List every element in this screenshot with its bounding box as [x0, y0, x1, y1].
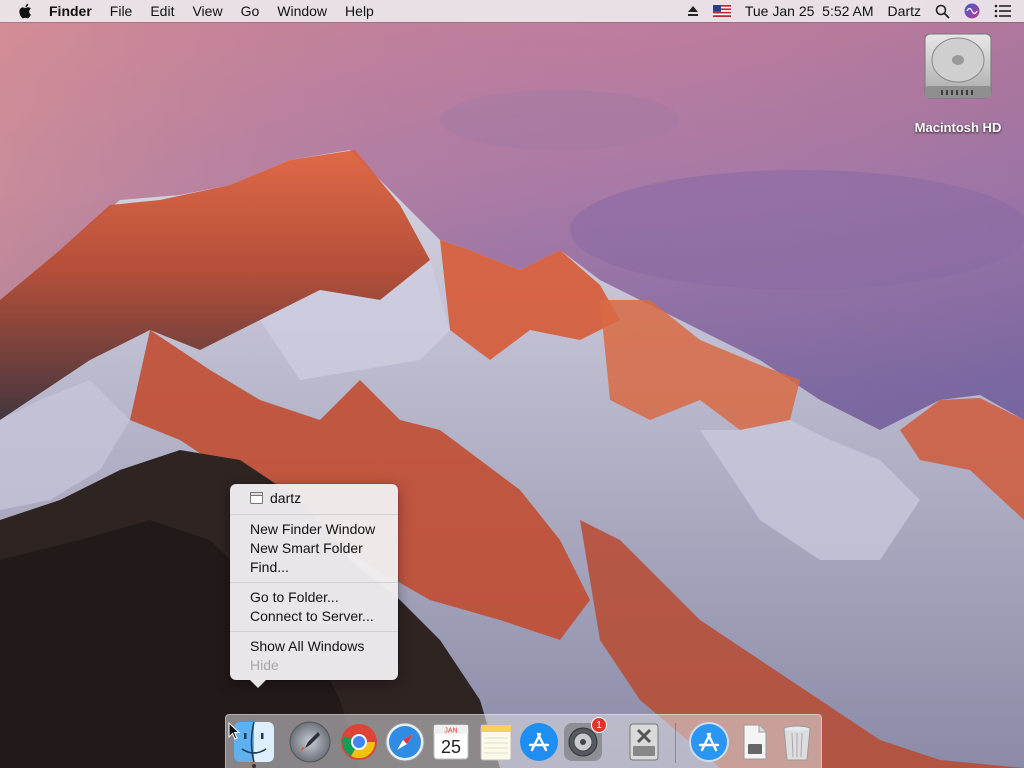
desktop-wallpaper	[0, 0, 1024, 768]
menu-item-connect-to-server[interactable]: Connect to Server...	[230, 607, 398, 626]
menu-view[interactable]: View	[183, 0, 231, 22]
calendar-day: 25	[441, 737, 461, 757]
menu-pointer-arrow	[250, 680, 266, 688]
eject-icon[interactable]	[687, 5, 699, 17]
notification-badge: 1	[591, 717, 607, 733]
dock-calendar[interactable]: JAN 25	[429, 720, 473, 764]
launchpad-rocket-icon	[289, 721, 331, 763]
menu-user[interactable]: Dartz	[888, 3, 921, 19]
menu-item-dartz-window[interactable]: dartz	[230, 487, 398, 509]
siri-icon[interactable]	[964, 3, 980, 19]
notification-center-icon[interactable]	[994, 4, 1012, 18]
menu-help[interactable]: Help	[336, 0, 383, 22]
menu-bar: Finder File Edit View Go Window Help Tue…	[0, 0, 1024, 22]
us-flag-input-icon[interactable]	[712, 5, 731, 17]
dock-system-preferences[interactable]: 1	[561, 717, 607, 764]
drive-label: Macintosh HD	[914, 120, 1002, 135]
dock-chrome[interactable]	[337, 720, 381, 764]
menu-item-new-finder-window[interactable]: New Finder Window	[230, 520, 398, 539]
apple-icon[interactable]	[18, 2, 34, 20]
hard-drive-icon	[924, 33, 992, 99]
dock-launchpad[interactable]	[288, 720, 332, 764]
app-menu-finder[interactable]: Finder	[40, 0, 101, 22]
dock-app-store-installer[interactable]	[687, 720, 731, 764]
trash-icon	[783, 725, 811, 761]
app-store-icon	[689, 722, 729, 762]
dock-app-store[interactable]	[517, 720, 561, 764]
menu-item-find[interactable]: Find...	[230, 558, 398, 577]
desktop-drive-macintosh-hd[interactable]: Macintosh HD	[906, 30, 1010, 135]
window-icon	[250, 492, 263, 504]
calendar-month: JAN	[444, 728, 457, 735]
dock-trash[interactable]	[775, 720, 819, 764]
menu-clock[interactable]: Tue Jan 25 5:52 AM	[745, 3, 874, 19]
dock-disk-utility[interactable]	[622, 720, 666, 764]
menu-edit[interactable]: Edit	[141, 0, 183, 22]
menu-item-show-all-windows[interactable]: Show All Windows	[230, 637, 398, 656]
mouse-cursor-icon	[228, 722, 240, 740]
safari-compass-icon	[385, 722, 425, 762]
app-store-icon	[520, 723, 558, 761]
disk-utility-icon	[629, 723, 659, 761]
menu-item-new-smart-folder[interactable]: New Smart Folder	[230, 539, 398, 558]
spotlight-search-icon[interactable]	[935, 4, 950, 19]
menu-file[interactable]: File	[101, 0, 142, 22]
menu-item-label: dartz	[270, 490, 302, 506]
menu-separator	[230, 514, 398, 515]
notes-icon	[480, 724, 512, 761]
dock-document[interactable]	[732, 720, 776, 764]
dock-context-menu: dartz New Finder Window New Smart Folder…	[230, 484, 398, 688]
menu-bar-right: Tue Jan 25 5:52 AM Dartz	[673, 0, 1024, 22]
menu-go[interactable]: Go	[232, 0, 269, 22]
menu-separator	[230, 631, 398, 632]
chrome-icon	[341, 724, 377, 760]
calendar-icon: JAN 25	[433, 724, 469, 760]
dock-divider	[675, 723, 676, 763]
dock-notes[interactable]	[474, 720, 518, 764]
menu-separator	[230, 582, 398, 583]
menu-item-hide: Hide	[250, 657, 279, 673]
menu-item-go-to-folder[interactable]: Go to Folder...	[230, 588, 398, 607]
running-indicator	[252, 764, 256, 768]
dock-safari[interactable]	[383, 720, 427, 764]
dock: JAN 25 1	[225, 714, 822, 768]
document-icon	[743, 724, 767, 760]
menu-window[interactable]: Window	[268, 0, 336, 22]
menu-bar-left: Finder File Edit View Go Window Help	[0, 0, 383, 22]
